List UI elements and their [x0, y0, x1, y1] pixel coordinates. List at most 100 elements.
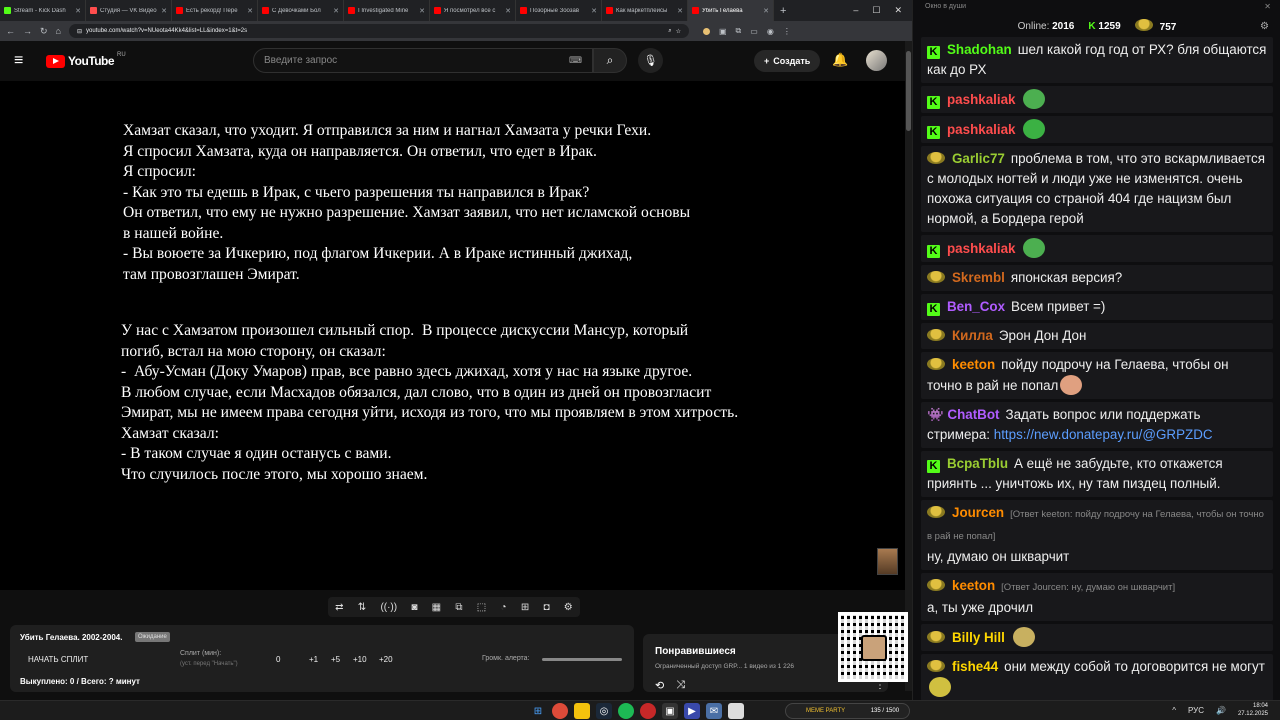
watch-icon[interactable]: ◙	[411, 602, 417, 613]
extension-badge-icon[interactable]: ▣	[719, 27, 727, 36]
player-icon[interactable]: ▶	[684, 703, 700, 719]
active-window-icon[interactable]: ✉	[706, 703, 722, 719]
start-split-button[interactable]: НАЧАТЬ СПЛИТ	[28, 655, 88, 664]
avatar[interactable]	[866, 50, 887, 71]
tab-close-icon[interactable]: ✕	[763, 7, 769, 15]
forward-icon[interactable]: →	[23, 26, 32, 36]
loop-icon[interactable]: ⇄	[335, 602, 343, 613]
voice-search-button[interactable]: 🎙	[638, 48, 663, 73]
increment-1-button[interactable]: +1	[309, 655, 318, 664]
app-icon[interactable]: ▣	[662, 703, 678, 719]
steam-icon[interactable]: ◎	[596, 703, 612, 719]
chat-username[interactable]: pashkaliak	[947, 122, 1015, 137]
increment-10-button[interactable]: +10	[353, 655, 367, 664]
tab-close-icon[interactable]: ✕	[677, 7, 683, 15]
chat-username[interactable]: keeton	[952, 578, 995, 593]
spotify-icon[interactable]	[618, 703, 634, 719]
search-button[interactable]: ⌕	[593, 48, 627, 73]
browser-tab[interactable]: Stream - Kick Dash ✕	[0, 0, 86, 21]
split-view-icon[interactable]: ▭	[750, 27, 758, 36]
language-indicator[interactable]: РУС	[1188, 706, 1204, 715]
chat-username[interactable]: Billy Hill	[952, 630, 1005, 645]
notifications-bell-icon[interactable]: 🔔	[832, 52, 848, 68]
browser-tab[interactable]: Убить Гелаева ✕	[688, 0, 774, 21]
playlist-title[interactable]: Понравившиеся	[655, 646, 736, 657]
menu-dots-icon[interactable]: ⋮	[783, 27, 791, 36]
split-value[interactable]: 0	[276, 655, 280, 664]
audio-icon[interactable]: ((·))	[380, 602, 397, 613]
site-info-icon[interactable]: ⊟	[77, 28, 82, 35]
video-player[interactable]: Хамзат сказал, что уходит. Я отправился …	[0, 81, 905, 590]
camera-icon[interactable]: ◘	[543, 602, 549, 613]
chat-username[interactable]: Garlic77	[952, 151, 1005, 166]
profile-icon[interactable]: ◉	[767, 27, 774, 36]
chat-username[interactable]: ChatBot	[947, 407, 999, 422]
add-screen-icon[interactable]: ⊞	[521, 602, 529, 613]
calendar-icon[interactable]: ▦	[432, 602, 441, 613]
browser-tab[interactable]: С Девочками Бол ✕	[258, 0, 344, 21]
alert-volume-slider[interactable]	[542, 658, 622, 661]
chat-settings-gear-icon[interactable]: ⚙	[1260, 21, 1269, 32]
increment-5-button[interactable]: +5	[331, 655, 340, 664]
chrome-icon[interactable]	[552, 703, 568, 719]
repeat-icon[interactable]: ⟲	[655, 679, 664, 692]
browser-tab[interactable]: I Investigated Mine ✕	[344, 0, 430, 21]
extension-icon[interactable]	[702, 27, 710, 35]
browser-tab[interactable]: Как маркетплейсы ✕	[602, 0, 688, 21]
chat-username[interactable]: BcpaTblu	[947, 456, 1008, 471]
close-window-icon[interactable]: ✕	[894, 5, 902, 16]
search-input[interactable]: Введите запрос ⌨	[253, 48, 593, 73]
keyboard-icon[interactable]: ⌨	[569, 55, 582, 66]
chat-username[interactable]: Килла	[952, 328, 993, 343]
chat-username[interactable]: fishe44	[952, 659, 998, 674]
frames-icon[interactable]: ⬚	[477, 602, 486, 613]
meme-party-widget[interactable]: MEME PARTY 135 / 1500	[785, 703, 910, 719]
zoom-icon[interactable]: ⌕	[668, 28, 671, 35]
extensions-puzzle-icon[interactable]: ⧉	[736, 26, 742, 36]
notes-icon[interactable]	[728, 703, 744, 719]
tab-close-icon[interactable]: ✕	[247, 7, 253, 15]
youtube-logo[interactable]: YouTube RU	[46, 52, 126, 68]
chat-username[interactable]: Shadohan	[947, 42, 1012, 57]
tab-close-icon[interactable]: ✕	[333, 7, 339, 15]
tab-close-icon[interactable]: ✕	[75, 7, 81, 15]
folder-icon[interactable]	[574, 703, 590, 719]
maximize-icon[interactable]: ☐	[872, 5, 880, 16]
browser-tab[interactable]: Студия — VK Видео ✕	[86, 0, 172, 21]
reload-icon[interactable]: ↻	[40, 26, 48, 37]
create-button[interactable]: + Создать	[754, 50, 821, 72]
picture-in-picture-icon[interactable]: ⧉	[455, 602, 462, 613]
hamburger-menu-icon[interactable]: ≡	[14, 52, 38, 70]
chat-username[interactable]: keeton	[952, 357, 995, 372]
home-icon[interactable]: ⌂	[56, 26, 61, 36]
increment-20-button[interactable]: +20	[379, 655, 393, 664]
chat-username[interactable]: Skrembl	[952, 270, 1005, 285]
chat-username[interactable]: Ben_Cox	[947, 299, 1005, 314]
browser-tab[interactable]: Есть рекорд! Пере ✕	[172, 0, 258, 21]
browser-tab[interactable]: Я посмотрел все с ✕	[430, 0, 516, 21]
tab-close-icon[interactable]: ✕	[505, 7, 511, 15]
speed-icon[interactable]: ◔	[501, 602, 507, 613]
tab-close-icon[interactable]: ✕	[591, 7, 597, 15]
tray-chevron-icon[interactable]: ^	[1172, 706, 1176, 715]
url-field[interactable]: ⊟ youtube.com/watch?v=NUeota44Kk4&list=L…	[68, 24, 689, 38]
video-thumbnail-preview[interactable]	[877, 548, 898, 575]
chat-close-icon[interactable]: ✕	[1264, 2, 1271, 11]
page-scrollbar[interactable]	[905, 41, 912, 691]
tab-close-icon[interactable]: ✕	[419, 7, 425, 15]
new-tab-button[interactable]: +	[774, 5, 792, 17]
back-icon[interactable]: ←	[6, 26, 15, 36]
chat-link[interactable]: https://new.donatepay.ru/@GRPZDC	[994, 427, 1213, 442]
bookmark-star-icon[interactable]: ☆	[676, 28, 681, 35]
tab-close-icon[interactable]: ✕	[161, 7, 167, 15]
sort-icon[interactable]: ⇅	[358, 602, 366, 613]
obs-icon[interactable]	[640, 703, 656, 719]
minimize-icon[interactable]: –	[853, 5, 858, 16]
clock[interactable]: 18:04 27.12.2025	[1238, 702, 1268, 718]
volume-icon[interactable]: 🔊	[1216, 706, 1226, 715]
browser-tab[interactable]: Позорные Зоозав ✕	[516, 0, 602, 21]
shuffle-icon[interactable]: ⤨	[676, 679, 685, 692]
chat-username[interactable]: pashkaliak	[947, 241, 1015, 256]
chat-username[interactable]: pashkaliak	[947, 92, 1015, 107]
settings-gear-icon[interactable]: ⚙	[564, 602, 573, 613]
